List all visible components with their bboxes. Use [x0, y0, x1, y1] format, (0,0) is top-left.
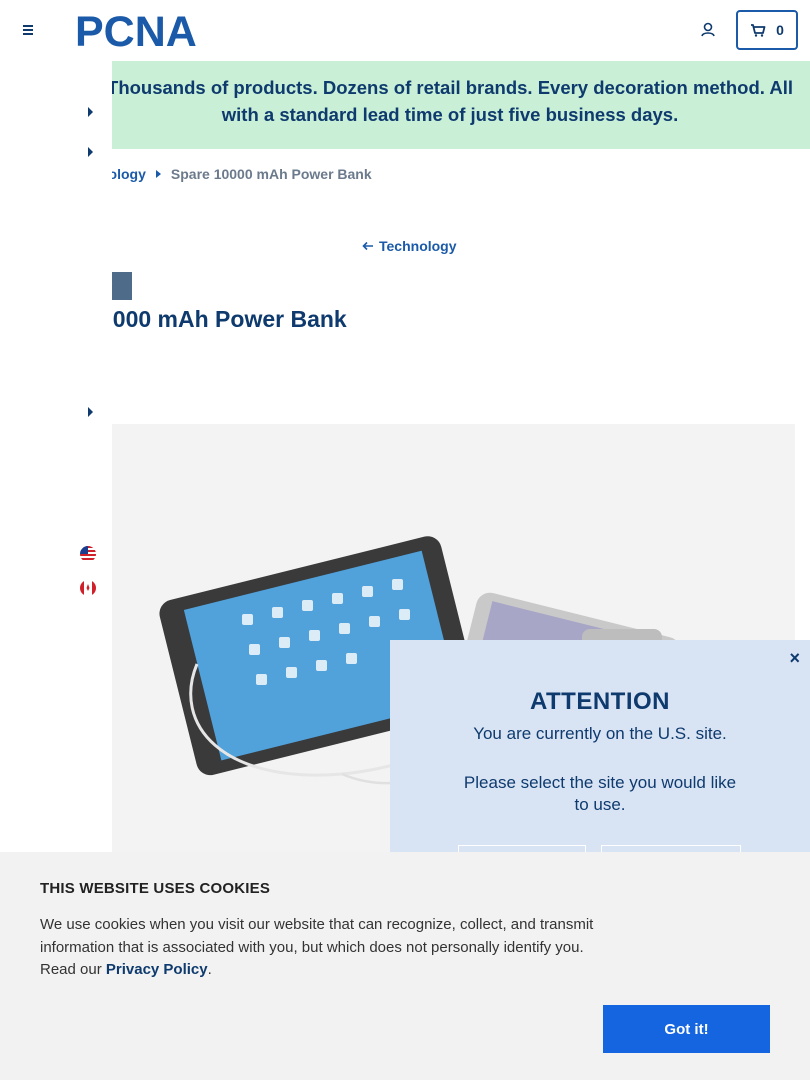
cart-icon: [751, 24, 766, 37]
canada-flag-icon[interactable]: [80, 580, 96, 596]
arrow-left-icon: [362, 241, 373, 251]
breadcrumb-current: Spare 10000 mAh Power Bank: [170, 166, 372, 182]
site-selection-modal: × ATTENTION You are currently on the U.S…: [390, 640, 810, 885]
close-icon[interactable]: ×: [789, 648, 800, 669]
modal-current-site-text: You are currently on the U.S. site.: [473, 724, 727, 743]
cookie-banner: THIS WEBSITE USES COOKIES We use cookies…: [0, 852, 810, 1080]
menu-icon[interactable]: [20, 22, 38, 38]
announcement-banner: Thousands of products. Dozens of retail …: [0, 61, 810, 149]
banner-text: Thousands of products. Dozens of retail …: [107, 77, 793, 125]
us-flag-icon[interactable]: [80, 546, 96, 562]
back-link-label: Technology: [379, 238, 457, 254]
modal-title: ATTENTION: [529, 688, 671, 715]
site-header: PCNA 0: [0, 0, 810, 60]
pcna-logo[interactable]: PCNA: [75, 8, 225, 52]
cookie-text: We use cookies when you visit our websit…: [40, 914, 600, 982]
cart-button[interactable]: 0: [736, 10, 798, 50]
chevron-right-icon[interactable]: [88, 147, 93, 157]
chevron-right-icon[interactable]: [88, 407, 93, 417]
cart-count: 0: [776, 22, 784, 38]
side-menu-panel: [0, 61, 112, 880]
page: PCNA 0 Thousands of products. Dozens of …: [0, 0, 810, 1080]
product-title: 0000 mAh Power Bank: [100, 306, 347, 332]
back-to-technology-link[interactable]: Technology: [362, 238, 457, 254]
accept-cookies-button[interactable]: Got it!: [603, 1005, 770, 1053]
logo-text: PCNA: [75, 8, 197, 52]
cookie-title: THIS WEBSITE USES COOKIES: [40, 880, 271, 897]
chevron-right-icon[interactable]: [88, 107, 93, 117]
chevron-right-icon: [155, 170, 161, 178]
modal-select-site-text: Please select the site you would like to…: [463, 773, 737, 814]
breadcrumb: nology Spare 10000 mAh Power Bank: [100, 166, 372, 182]
privacy-policy-link[interactable]: Privacy Policy: [106, 961, 208, 978]
account-icon[interactable]: [698, 20, 718, 40]
cookie-body-end: .: [207, 961, 212, 978]
